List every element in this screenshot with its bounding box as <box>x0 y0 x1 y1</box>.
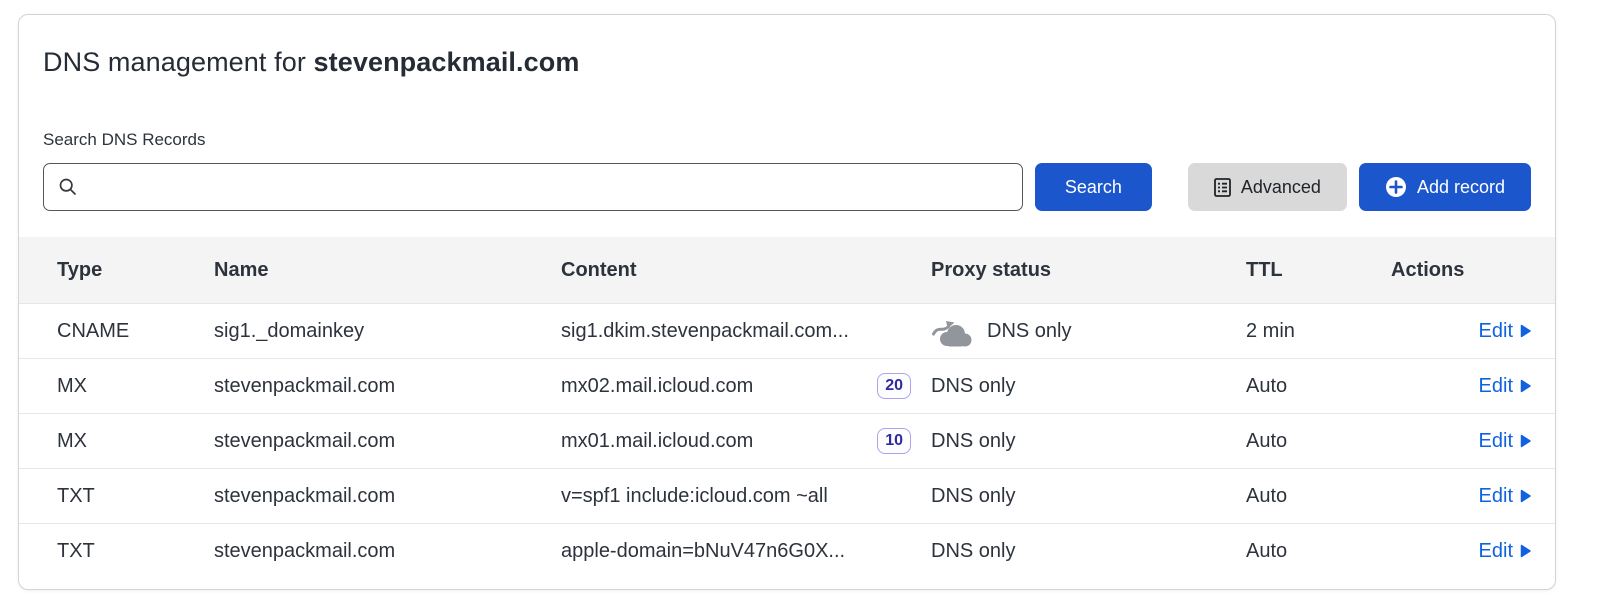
record-ttl: Auto <box>1246 375 1391 398</box>
add-record-button[interactable]: Add record <box>1359 163 1531 211</box>
proxy-status-text: DNS only <box>931 375 1015 398</box>
record-ttl: Auto <box>1246 540 1391 563</box>
record-name: stevenpackmail.com <box>214 540 561 563</box>
record-content-text: apple-domain=bNuV47n6G0X... <box>561 540 845 563</box>
record-ttl: Auto <box>1246 485 1391 508</box>
column-header-proxy-status: Proxy status <box>931 259 1246 282</box>
record-name: sig1._domainkey <box>214 320 561 343</box>
record-proxy-status: DNS only <box>931 485 1246 508</box>
edit-label: Edit <box>1479 320 1513 343</box>
edit-label: Edit <box>1479 375 1513 398</box>
column-header-name: Name <box>214 259 561 282</box>
plus-circle-icon <box>1385 176 1407 198</box>
search-label: Search DNS Records <box>43 130 1531 150</box>
column-header-ttl: TTL <box>1246 259 1391 282</box>
right-triangle-icon <box>1520 324 1531 338</box>
dns-records-table: Type Name Content Proxy status TTL Actio… <box>19 237 1555 578</box>
record-content: v=spf1 include:icloud.com ~all <box>561 485 931 508</box>
record-content-text: mx02.mail.icloud.com <box>561 375 753 398</box>
column-header-actions: Actions <box>1391 259 1555 282</box>
advanced-button-label: Advanced <box>1241 177 1321 198</box>
record-type: TXT <box>57 540 214 563</box>
page-title-domain: stevenpackmail.com <box>314 47 580 77</box>
advanced-button[interactable]: Advanced <box>1188 163 1347 211</box>
search-input[interactable] <box>88 176 1008 199</box>
right-triangle-icon <box>1520 379 1531 393</box>
edit-label: Edit <box>1479 485 1513 508</box>
edit-label: Edit <box>1479 540 1513 563</box>
search-toolbar: Search Advanced Add record <box>19 163 1555 211</box>
search-button[interactable]: Search <box>1035 163 1152 211</box>
page-title-prefix: DNS management for <box>43 47 314 77</box>
edit-record-button[interactable]: Edit <box>1479 485 1531 508</box>
record-proxy-status: DNS only <box>931 430 1246 453</box>
table-row: TXT stevenpackmail.com apple-domain=bNuV… <box>19 523 1555 578</box>
column-header-content: Content <box>561 259 931 282</box>
mx-priority-badge: 10 <box>877 428 911 454</box>
record-proxy-status: DNS only <box>931 375 1246 398</box>
edit-record-button[interactable]: Edit <box>1479 375 1531 398</box>
record-content-text: v=spf1 include:icloud.com ~all <box>561 485 828 508</box>
gray-cloud-arrow-icon <box>931 315 975 347</box>
record-type: MX <box>57 430 214 453</box>
record-content-text: mx01.mail.icloud.com <box>561 430 753 453</box>
add-record-button-label: Add record <box>1417 177 1505 198</box>
record-content: apple-domain=bNuV47n6G0X... <box>561 540 931 563</box>
table-header-row: Type Name Content Proxy status TTL Actio… <box>19 237 1555 303</box>
proxy-status-text: DNS only <box>931 540 1015 563</box>
record-type: TXT <box>57 485 214 508</box>
record-name: stevenpackmail.com <box>214 430 561 453</box>
proxy-status-text: DNS only <box>931 430 1015 453</box>
proxy-status-text: DNS only <box>931 485 1015 508</box>
page-title: DNS management for stevenpackmail.com <box>43 47 1531 78</box>
record-type: MX <box>57 375 214 398</box>
record-ttl: 2 min <box>1246 320 1391 343</box>
right-triangle-icon <box>1520 544 1531 558</box>
record-proxy-status: DNS only <box>931 540 1246 563</box>
edit-record-button[interactable]: Edit <box>1479 540 1531 563</box>
record-ttl: Auto <box>1246 430 1391 453</box>
record-name: stevenpackmail.com <box>214 375 561 398</box>
right-triangle-icon <box>1520 489 1531 503</box>
record-content: mx01.mail.icloud.com 10 <box>561 428 931 454</box>
record-content: mx02.mail.icloud.com 20 <box>561 373 931 399</box>
record-name: stevenpackmail.com <box>214 485 561 508</box>
list-document-icon <box>1214 178 1231 197</box>
table-row: MX stevenpackmail.com mx01.mail.icloud.c… <box>19 413 1555 468</box>
edit-record-button[interactable]: Edit <box>1479 430 1531 453</box>
search-icon <box>58 177 78 197</box>
proxy-status-text: DNS only <box>987 320 1071 343</box>
edit-label: Edit <box>1479 430 1513 453</box>
column-header-type: Type <box>57 259 214 282</box>
table-row: MX stevenpackmail.com mx02.mail.icloud.c… <box>19 358 1555 413</box>
table-row: CNAME sig1._domainkey sig1.dkim.stevenpa… <box>19 303 1555 358</box>
search-input-wrapper <box>43 163 1023 211</box>
record-content-text: sig1.dkim.stevenpackmail.com... <box>561 320 849 343</box>
record-proxy-status: DNS only <box>931 315 1246 347</box>
record-type: CNAME <box>57 320 214 343</box>
dns-management-card: DNS management for stevenpackmail.com Se… <box>18 14 1556 590</box>
right-triangle-icon <box>1520 434 1531 448</box>
record-content: sig1.dkim.stevenpackmail.com... <box>561 320 931 343</box>
table-row: TXT stevenpackmail.com v=spf1 include:ic… <box>19 468 1555 523</box>
mx-priority-badge: 20 <box>877 373 911 399</box>
edit-record-button[interactable]: Edit <box>1479 320 1531 343</box>
